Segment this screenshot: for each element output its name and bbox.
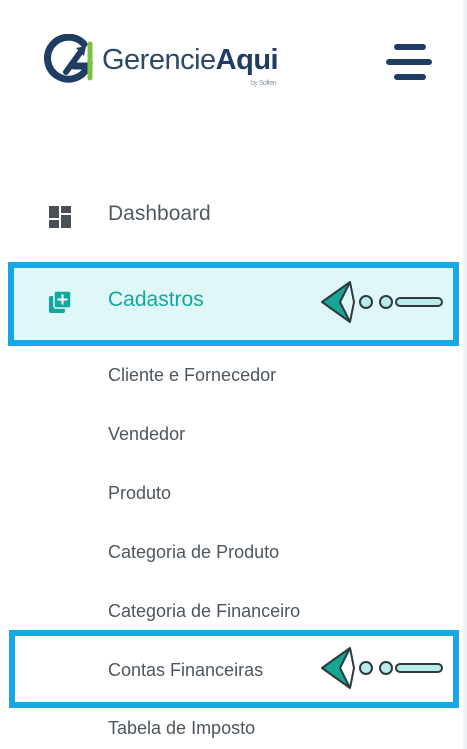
logo-text: GerencieAqui by Soften xyxy=(102,44,279,87)
sidebar-item-dashboard[interactable]: Dashboard xyxy=(0,200,460,234)
add-box-icon xyxy=(49,290,72,313)
sidebar-panel: GerencieAqui by Soften Dashboard Cadastr… xyxy=(0,0,467,749)
hamburger-line xyxy=(394,74,426,80)
panel-edge xyxy=(463,0,467,749)
hamburger-line xyxy=(386,59,432,65)
hamburger-line xyxy=(394,44,426,50)
submenu-item-categoria-financeiro[interactable]: Categoria de Financeiro xyxy=(108,601,300,622)
submenu-item-contas-financeiras[interactable]: Contas Financeiras xyxy=(108,660,263,681)
sidebar-item-label: Dashboard xyxy=(108,202,211,225)
logo-tagline: by Soften xyxy=(251,80,277,87)
brand-logo[interactable]: GerencieAqui by Soften xyxy=(44,34,279,94)
submenu-item-tabela-imposto[interactable]: Tabela de Imposto xyxy=(108,718,255,739)
arrow-pointer-icon xyxy=(321,281,443,323)
dashboard-grid-icon xyxy=(49,206,71,228)
hamburger-menu-icon[interactable] xyxy=(386,44,434,80)
logo-name-strong: Aqui xyxy=(215,44,279,76)
submenu-item-vendedor[interactable]: Vendedor xyxy=(108,424,185,445)
arrow-pointer-icon xyxy=(321,647,443,689)
submenu-item-cliente-fornecedor[interactable]: Cliente e Fornecedor xyxy=(108,365,276,386)
sidebar-item-label: Cadastros xyxy=(108,288,204,311)
logo-name: Gerencie xyxy=(102,44,216,76)
logo-icon xyxy=(44,34,94,83)
submenu-item-categoria-produto[interactable]: Categoria de Produto xyxy=(108,542,279,563)
submenu-item-produto[interactable]: Produto xyxy=(108,483,171,504)
